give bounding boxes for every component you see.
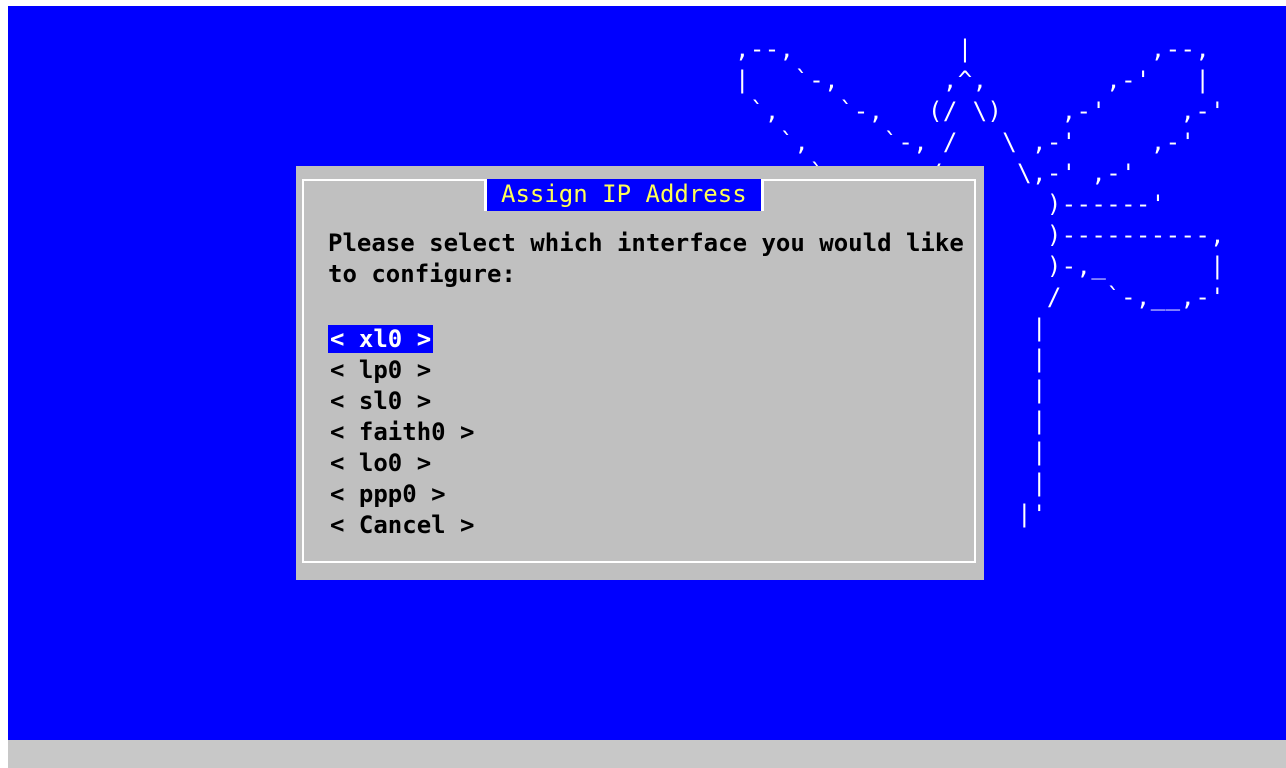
assign-ip-dialog: Assign IP Address Please select which in…	[296, 166, 984, 580]
menu-item-xl0[interactable]: < xl0 >	[328, 324, 477, 355]
menu-item-label: < Cancel >	[330, 511, 475, 539]
menu-item-ppp0[interactable]: < ppp0 >	[328, 479, 477, 510]
menu-item-label: < lp0 >	[330, 356, 432, 384]
menu-item-lp0[interactable]: < lp0 >	[328, 355, 477, 386]
menu-item-label: < ppp0 >	[330, 480, 446, 508]
interface-menu: < xl0 > < lp0 > < sl0 > < faith0 > < lo0…	[328, 324, 477, 541]
menu-item-label: < xl0 >	[328, 325, 434, 353]
menu-item-cancel[interactable]: < Cancel >	[328, 510, 477, 541]
menu-item-lo0[interactable]: < lo0 >	[328, 448, 477, 479]
dialog-title: Assign IP Address	[484, 179, 764, 211]
menu-item-label: < lo0 >	[330, 449, 432, 477]
menu-item-faith0[interactable]: < faith0 >	[328, 417, 477, 448]
status-bar	[8, 740, 1286, 768]
menu-item-sl0[interactable]: < sl0 >	[328, 386, 477, 417]
dialog-prompt: Please select which interface you would …	[328, 229, 979, 288]
menu-item-label: < sl0 >	[330, 387, 432, 415]
menu-item-label: < faith0 >	[330, 418, 475, 446]
